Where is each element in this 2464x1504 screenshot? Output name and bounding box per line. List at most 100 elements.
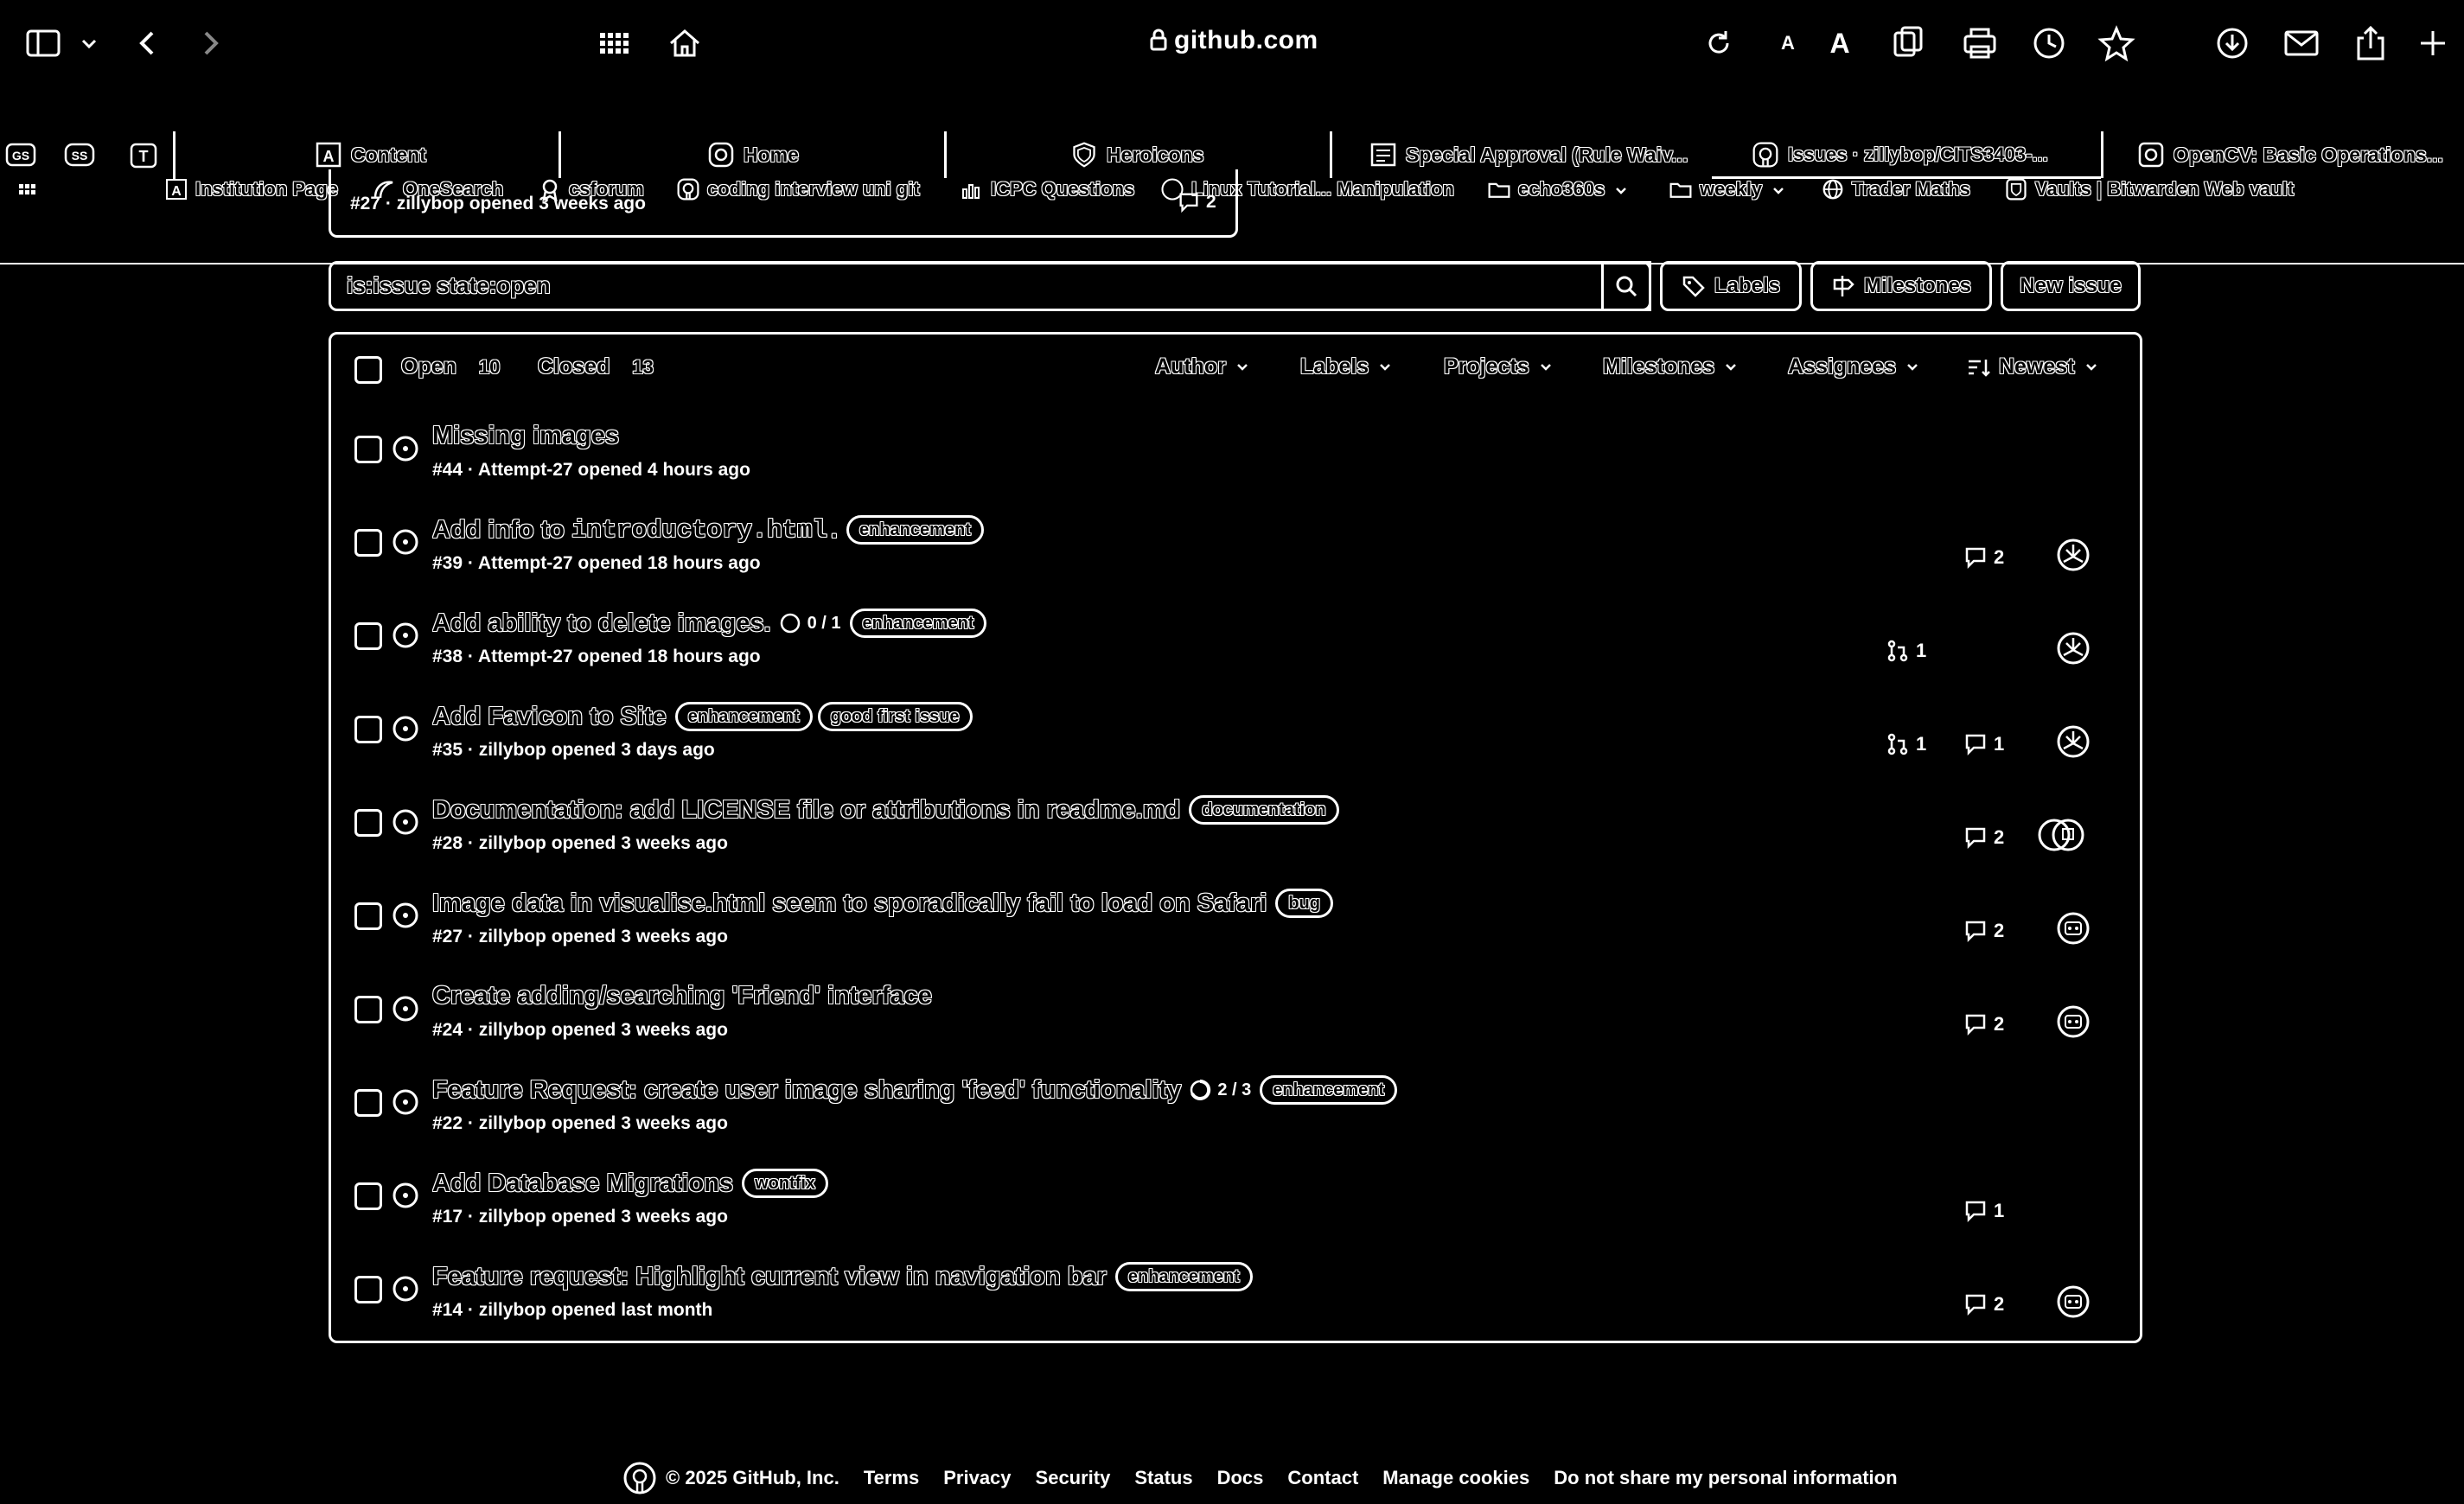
label-badge[interactable]: documentation [1189,795,1339,825]
issue-title-link[interactable]: Feature Request: create user image shari… [432,1075,1398,1105]
label-badge[interactable]: wontfix [742,1169,829,1198]
download-icon[interactable] [2213,24,2251,62]
tab-home[interactable]: Home [707,138,799,171]
new-tab-icon[interactable] [2414,24,2452,62]
comment-count[interactable]: 2 [1963,918,2004,944]
print-icon[interactable] [1961,24,1999,62]
address-bar[interactable]: github.com [1150,26,1318,55]
issue-checkbox[interactable] [354,1182,382,1210]
select-all-checkbox[interactable] [354,356,382,384]
issue-row[interactable]: Documentation: add LICENSE file or attri… [329,787,2141,880]
assignee-avatar[interactable] [2056,911,2091,946]
assignee-avatar[interactable] [2056,538,2091,572]
tab-opencv[interactable]: OpenCV: Basic Operations... [2137,138,2443,171]
back-icon[interactable] [130,24,168,62]
pinned-issue-card[interactable]: #27 · zillybop opened 3 weeks ago 2 [329,169,1238,238]
mail-icon[interactable] [2282,24,2320,62]
text-larger-icon[interactable]: A [1821,24,1859,62]
footer-link-status[interactable]: Status [1134,1467,1192,1489]
open-issues-tab[interactable]: Open 10 [401,354,500,379]
pinned-tab-gs[interactable]: GS [5,138,36,171]
sidebar-toggle-icon[interactable] [24,24,62,62]
tab-heroicons[interactable]: Heroicons [1070,138,1203,171]
footer-link-do-not-share[interactable]: Do not share my personal information [1554,1467,1897,1489]
issue-title-link[interactable]: Add info to introductory.html. enhanceme… [432,515,984,545]
assignee-avatar[interactable] [2056,1284,2091,1319]
label-badge[interactable]: enhancement [1260,1075,1398,1105]
pinned-tab-t[interactable]: T [128,138,159,171]
issue-title-link[interactable]: Create adding/searching 'Friend' interfa… [432,982,932,1010]
comment-count[interactable]: 2 [1963,1291,2004,1317]
share-icon[interactable] [2352,24,2390,62]
linked-pr-count[interactable]: 1 [1885,731,1926,757]
search-button[interactable] [1601,261,1651,311]
milestones-button[interactable]: Milestones [1810,261,1992,311]
issue-row[interactable]: Missing images #44 · Attempt-27 opened 4… [329,413,2141,507]
grid-icon[interactable] [597,24,635,62]
tab-special-approval[interactable]: Special Approval (Rule Waiv... [1369,138,1688,171]
bookmark-folder-echo360s[interactable]: echo360s [1487,176,1627,202]
tab-content[interactable]: A Content [315,138,426,171]
label-badge[interactable]: enhancement [1114,1262,1253,1291]
bookmark-institution-page[interactable]: A Institution Page [164,176,338,202]
issue-checkbox[interactable] [354,1276,382,1303]
closed-issues-tab[interactable]: Closed 13 [538,354,654,379]
search-input[interactable]: is:issue state:open [329,261,1651,311]
label-badge[interactable]: good first issue [817,702,973,731]
footer-link-docs[interactable]: Docs [1217,1467,1264,1489]
footer-link-privacy[interactable]: Privacy [943,1467,1011,1489]
comment-count[interactable]: 2 [1963,825,2004,851]
sort-newest[interactable]: Newest [1966,354,2097,379]
reload-icon[interactable] [1700,24,1738,62]
tab-issues[interactable]: Issues · zillybop/CITS3403-... [1752,138,2048,171]
star-icon[interactable] [2097,24,2135,62]
bookmark-folder-weekly[interactable]: weekly [1669,176,1784,202]
issue-row[interactable]: Create adding/searching 'Friend' interfa… [329,973,2141,1067]
apps-icon[interactable] [16,176,47,202]
assignee-avatars-stack[interactable] [2037,818,2085,852]
linked-pr-count[interactable]: 1 [1885,638,1926,664]
labels-button[interactable]: Labels [1660,261,1802,311]
assignee-avatar[interactable] [2056,631,2091,666]
bookmark-bitwarden[interactable]: Vaults | Bitwarden Web vault [2004,176,2294,202]
assignee-avatar[interactable] [2056,1004,2091,1039]
chevron-down-icon[interactable] [76,24,102,62]
issue-title-link[interactable]: Add Database Migrations wontfix [432,1169,829,1198]
comment-count[interactable]: 1 [1963,1198,2004,1224]
issue-title-link[interactable]: Missing images [432,422,619,450]
issue-checkbox[interactable] [354,622,382,650]
issue-title-link[interactable]: Feature request: Highlight current view … [432,1262,1253,1291]
issue-row[interactable]: Image data in visualise.html seem to spo… [329,880,2141,973]
label-badge[interactable]: enhancement [674,702,813,731]
issue-checkbox[interactable] [354,716,382,743]
footer-link-contact[interactable]: Contact [1287,1467,1358,1489]
forward-icon[interactable] [190,24,228,62]
history-icon[interactable] [2030,24,2068,62]
text-smaller-icon[interactable]: A [1769,24,1807,62]
issue-checkbox[interactable] [354,902,382,930]
comment-count[interactable]: 2 [1963,1011,2004,1037]
issue-checkbox[interactable] [354,436,382,463]
new-issue-button[interactable]: New issue [2001,261,2141,311]
issue-title-link[interactable]: Image data in visualise.html seem to spo… [432,889,1333,918]
comment-count[interactable]: 1 [1963,731,2004,757]
issue-checkbox[interactable] [354,809,382,837]
issue-row[interactable]: Add ability to delete images. 0 / 1 enha… [329,600,2141,693]
pinned-tab-ss[interactable]: SS [64,138,95,171]
pinned-issue-comments[interactable]: 2 [1177,190,1216,214]
issue-checkbox[interactable] [354,529,382,557]
label-badge[interactable]: enhancement [846,515,984,545]
issue-row[interactable]: Add Database Migrations wontfix #17 · zi… [329,1160,2141,1253]
footer-link-security[interactable]: Security [1036,1467,1111,1489]
issue-checkbox[interactable] [354,996,382,1023]
footer-link-manage-cookies[interactable]: Manage cookies [1382,1467,1529,1489]
issue-row[interactable]: Feature Request: create user image shari… [329,1067,2141,1160]
issue-title-link[interactable]: Add Favicon to Site enhancement good fir… [432,702,973,731]
issue-row[interactable]: Add info to introductory.html. enhanceme… [329,507,2141,600]
assignee-avatar[interactable] [2056,724,2091,759]
author-filter[interactable]: Author [1155,354,1248,379]
issue-title-link[interactable]: Add ability to delete images. 0 / 1 enha… [432,609,987,638]
label-badge[interactable]: enhancement [849,609,987,638]
issue-checkbox[interactable] [354,1089,382,1117]
issue-row[interactable]: Feature request: Highlight current view … [329,1253,2141,1347]
